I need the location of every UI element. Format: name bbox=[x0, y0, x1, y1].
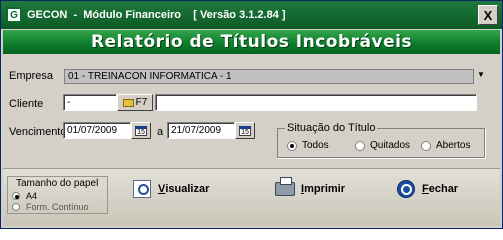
visualizar-hotkey: V bbox=[158, 183, 166, 195]
paper-radio-form-continuo[interactable]: Form. Contínuo bbox=[12, 202, 89, 212]
date-range-separator: a bbox=[157, 126, 164, 138]
printer-icon bbox=[274, 177, 296, 199]
radio-label: Abertos bbox=[436, 140, 471, 151]
cliente-code-input[interactable]: - bbox=[63, 94, 117, 111]
folder-icon bbox=[122, 98, 134, 107]
calendar-icon: 15 bbox=[239, 125, 251, 136]
radio-label: A4 bbox=[26, 191, 38, 201]
situacao-radio-abertos[interactable]: Abertos bbox=[421, 140, 470, 151]
fechar-button[interactable]: Fechar bbox=[395, 179, 458, 199]
title-bar: G GECON - Módulo Financeiro [ Versão 3.1… bbox=[1, 1, 502, 29]
situacao-radio-quitados[interactable]: Quitados bbox=[355, 140, 410, 151]
radio-unchecked-icon bbox=[12, 203, 20, 211]
fechar-label: echar bbox=[428, 183, 459, 195]
chevron-down-icon[interactable]: ▼ bbox=[477, 70, 485, 79]
power-icon bbox=[395, 179, 417, 199]
vencimento-to-input[interactable]: 21/07/2009 bbox=[167, 122, 235, 139]
radio-unchecked-icon bbox=[355, 140, 365, 151]
radio-label: Form. Contínuo bbox=[26, 202, 89, 212]
empresa-label: Empresa bbox=[9, 70, 54, 82]
vencimento-from-input[interactable]: 01/07/2009 bbox=[63, 122, 131, 139]
visualizar-button[interactable]: Visualizar bbox=[131, 179, 209, 199]
radio-checked-icon bbox=[12, 192, 20, 200]
paper-size-groupbox: Tamanho do papel A4 Form. Contínuo bbox=[7, 176, 108, 214]
radio-label: Todos bbox=[302, 140, 329, 151]
lookup-shortcut-label: F7 bbox=[135, 97, 148, 108]
form-area: Empresa 01 - TREINACON INFORMATICA - 1 ▼… bbox=[3, 54, 500, 167]
radio-checked-icon bbox=[287, 140, 297, 151]
cliente-lookup-button[interactable]: F7 bbox=[117, 94, 153, 111]
close-icon: X bbox=[483, 7, 493, 23]
report-banner: Relatório de Títulos Incobráveis bbox=[3, 30, 500, 54]
preview-icon bbox=[131, 179, 153, 199]
imprimir-label: mprimir bbox=[304, 183, 346, 195]
paper-radio-a4[interactable]: A4 bbox=[12, 191, 37, 201]
report-window: G GECON - Módulo Financeiro [ Versão 3.1… bbox=[0, 0, 503, 229]
vencimento-label: Vencimento bbox=[9, 126, 67, 138]
empresa-select[interactable]: 01 - TREINACON INFORMATICA - 1 bbox=[64, 69, 474, 84]
report-title: Relatório de Títulos Incobráveis bbox=[90, 32, 413, 52]
radio-label: Quitados bbox=[370, 140, 411, 151]
cliente-name-field[interactable] bbox=[155, 94, 477, 111]
situacao-title: Situação do Título bbox=[285, 122, 378, 134]
vencimento-from-calendar-button[interactable]: 15 bbox=[131, 122, 151, 139]
situacao-radio-todos[interactable]: Todos bbox=[287, 140, 329, 151]
visualizar-label: isualizar bbox=[165, 183, 210, 195]
vencimento-to-calendar-button[interactable]: 15 bbox=[235, 122, 255, 139]
calendar-icon: 15 bbox=[135, 125, 147, 136]
bottom-toolbar: Tamanho do papel A4 Form. Contínuo Visua… bbox=[3, 168, 500, 226]
paper-size-title: Tamanho do papel bbox=[16, 178, 99, 189]
close-button[interactable]: X bbox=[478, 5, 498, 25]
window-title: GECON - Módulo Financeiro [ Versão 3.1.2… bbox=[27, 9, 286, 21]
fechar-hotkey: F bbox=[422, 183, 429, 195]
radio-unchecked-icon bbox=[421, 140, 431, 151]
imprimir-button[interactable]: Imprimir bbox=[274, 177, 346, 199]
app-logo-icon: G bbox=[6, 7, 22, 23]
cliente-label: Cliente bbox=[9, 98, 44, 110]
